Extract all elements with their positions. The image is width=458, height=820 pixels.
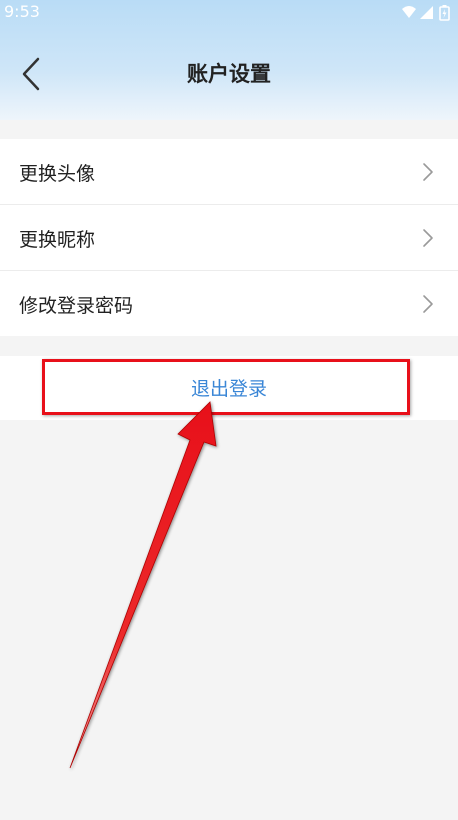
status-bar: 9:53 — [0, 0, 458, 26]
menu-item-label: 更换昵称 — [19, 229, 96, 251]
page-title: 账户设置 — [187, 62, 271, 86]
status-icons — [400, 4, 452, 21]
wifi-icon — [402, 6, 416, 18]
battery-icon — [439, 5, 450, 21]
status-time: 9:53 — [4, 2, 40, 21]
menu-item-change-password[interactable]: 修改登录密码 — [0, 271, 458, 336]
menu-item-label: 更换头像 — [19, 163, 96, 185]
logout-button[interactable]: 退出登录 — [0, 374, 458, 401]
menu-item-label: 修改登录密码 — [19, 295, 134, 317]
settings-menu: 更换头像 更换昵称 修改登录密码 — [0, 139, 458, 336]
chevron-right-icon — [423, 295, 433, 313]
signal-icon — [420, 6, 433, 19]
chevron-right-icon — [423, 163, 433, 181]
chevron-right-icon — [423, 229, 433, 247]
menu-item-change-nickname[interactable]: 更换昵称 — [0, 205, 458, 271]
menu-item-change-avatar[interactable]: 更换头像 — [0, 139, 458, 205]
logout-row: 退出登录 — [0, 356, 458, 420]
